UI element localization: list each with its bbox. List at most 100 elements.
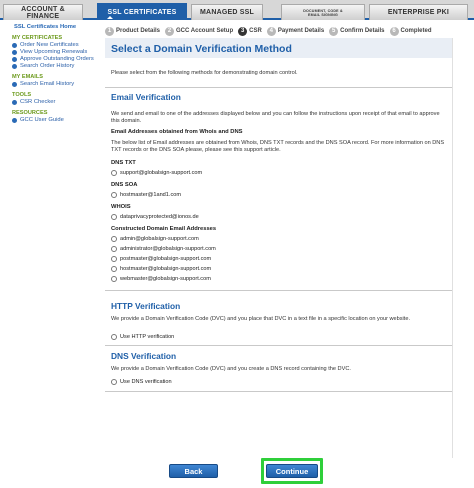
radio-button[interactable] xyxy=(111,236,117,242)
tab-ssl-certificates[interactable]: SSL CERTIFICATES xyxy=(97,3,187,20)
radio-label: postmaster@globalsign-support.com xyxy=(120,256,212,262)
tab-label: SSL CERTIFICATES xyxy=(107,8,177,16)
http-verification-desc: We provide a Domain Verification Code (D… xyxy=(111,316,411,322)
radio-label: webmaster@globalsign-support.com xyxy=(120,276,211,282)
step-label: Payment Details xyxy=(277,28,325,34)
tab-label: MANAGED SSL xyxy=(200,9,254,16)
active-tab-indicator xyxy=(107,16,113,19)
http-verification-title: HTTP Verification xyxy=(111,301,181,311)
radio-button[interactable] xyxy=(111,379,117,385)
step-product-details: 1 Product Details xyxy=(105,26,161,36)
dns-verification-title: DNS Verification xyxy=(111,351,177,361)
tab-account-finance[interactable]: ACCOUNT & FINANCE xyxy=(3,4,83,20)
step-label: Completed xyxy=(400,28,432,34)
bullet-icon xyxy=(12,117,17,123)
radio-button[interactable] xyxy=(111,276,117,282)
radio-dns-txt[interactable]: support@globalsign-support.com xyxy=(111,170,446,176)
step-completed: 6 Completed xyxy=(389,26,432,36)
step-label: GCC Account Setup xyxy=(176,28,234,34)
radio-label: dataprivacyprotected@ionos.de xyxy=(120,214,199,220)
whois-dns-heading: Email Addresses obtained from Whois and … xyxy=(111,129,243,135)
radio-label: Use HTTP verification xyxy=(120,334,175,340)
sidebar-heading-my-emails: MY EMAILS xyxy=(12,74,43,80)
radio-postmaster-email[interactable]: postmaster@globalsign-support.com xyxy=(111,256,446,262)
radio-label: support@globalsign-support.com xyxy=(120,170,203,176)
radio-dns-soa[interactable]: hostmaster@1and1.com xyxy=(111,192,446,198)
sidebar-item-label: GCC User Guide xyxy=(20,117,64,123)
step-label: CSR xyxy=(249,28,262,34)
sidebar-item-gcc-user-guide[interactable]: GCC User Guide xyxy=(12,117,100,123)
tab-label: ACCOUNT & FINANCE xyxy=(21,5,65,20)
step-number: 4 xyxy=(266,26,276,36)
step-number: 1 xyxy=(105,26,114,36)
sidebar-item-order-new-certificates[interactable]: Order New Certificates xyxy=(12,42,100,48)
tab-enterprise-pki[interactable]: ENTERPRISE PKI xyxy=(369,4,468,20)
radio-admin-email[interactable]: admin@globalsign-support.com xyxy=(111,236,446,242)
step-number: 2 xyxy=(165,26,175,36)
sidebar-item-view-upcoming-renewals[interactable]: View Upcoming Renewals xyxy=(12,49,100,55)
radio-dns-verification[interactable]: Use DNS verification xyxy=(111,379,446,385)
bullet-icon xyxy=(12,99,17,105)
step-label: Confirm Details xyxy=(340,28,385,34)
sidebar: SSL Certificates Home MY CERTIFICATES Or… xyxy=(0,22,100,488)
radio-http-verification[interactable]: Use HTTP verification xyxy=(111,334,446,340)
sidebar-item-label: Order New Certificates xyxy=(20,42,79,48)
sidebar-item-label: CSR Checker xyxy=(20,99,56,105)
tab-managed-ssl[interactable]: MANAGED SSL xyxy=(191,4,263,20)
sidebar-item-label: Search Email History xyxy=(20,81,75,87)
bullet-icon xyxy=(12,56,17,62)
sidebar-item-approve-outstanding-orders[interactable]: Approve Outstanding Orders xyxy=(12,56,100,62)
radio-label: Use DNS verification xyxy=(120,379,172,385)
radio-button[interactable] xyxy=(111,334,117,340)
sidebar-item-label: Search Order History xyxy=(20,63,75,69)
step-confirm-details: 5 Confirm Details xyxy=(329,26,385,36)
dns-soa-heading: DNS SOA xyxy=(111,182,138,188)
bullet-icon xyxy=(12,63,17,69)
main-panel: Select a Domain Verification Method Plea… xyxy=(105,38,452,454)
sidebar-heading-resources: RESOURCES xyxy=(12,110,48,116)
radio-webmaster-email[interactable]: webmaster@globalsign-support.com xyxy=(111,276,446,282)
bullet-icon xyxy=(12,42,17,48)
sidebar-item-search-order-history[interactable]: Search Order History xyxy=(12,63,100,69)
radio-label: hostmaster@1and1.com xyxy=(120,192,182,198)
sidebar-item-csr-checker[interactable]: CSR Checker xyxy=(12,99,100,105)
step-label: Product Details xyxy=(116,28,161,34)
whois-heading: WHOIS xyxy=(111,204,131,210)
sidebar-item-label: View Upcoming Renewals xyxy=(20,49,88,55)
radio-label: hostmaster@globalsign-support.com xyxy=(120,266,212,272)
divider xyxy=(105,391,452,392)
back-button[interactable]: Back xyxy=(169,464,218,478)
email-verification-desc: We send and email to one of the addresse… xyxy=(111,111,440,124)
step-number: 6 xyxy=(389,26,399,36)
radio-button[interactable] xyxy=(111,246,117,252)
tab-label: ENTERPRISE PKI xyxy=(387,9,450,16)
dns-txt-heading: DNS TXT xyxy=(111,160,136,166)
page-title: Select a Domain Verification Method xyxy=(105,38,452,58)
sidebar-heading-tools: TOOLS xyxy=(12,92,32,98)
radio-button[interactable] xyxy=(111,266,117,272)
dns-verification-desc: We provide a Domain Verification Code (D… xyxy=(111,366,351,372)
step-csr: 3 CSR xyxy=(238,26,262,36)
step-number: 5 xyxy=(329,26,339,36)
tab-document-code-email-signing[interactable]: DOCUMENT, CODE & EMAIL SIGNING xyxy=(281,4,365,20)
radio-whois[interactable]: dataprivacyprotected@ionos.de xyxy=(111,214,446,220)
radio-button[interactable] xyxy=(111,256,117,262)
step-gcc-account-setup: 2 GCC Account Setup xyxy=(165,26,234,36)
radio-hostmaster-email[interactable]: hostmaster@globalsign-support.com xyxy=(111,266,446,272)
sidebar-home-link[interactable]: SSL Certificates Home xyxy=(14,24,100,30)
content-divider xyxy=(452,38,453,458)
divider xyxy=(105,345,452,346)
radio-label: administrator@globalsign-support.com xyxy=(120,246,216,252)
sidebar-item-search-email-history[interactable]: Search Email History xyxy=(12,81,100,87)
email-verification-title: Email Verification xyxy=(111,92,181,102)
divider xyxy=(105,290,452,291)
continue-button[interactable]: Continue xyxy=(266,464,318,478)
divider xyxy=(105,87,452,88)
progress-steps: 1 Product Details 2 GCC Account Setup 3 CSR… xyxy=(105,25,465,37)
radio-button[interactable] xyxy=(111,192,117,198)
radio-button[interactable] xyxy=(111,214,117,220)
top-tab-bar: ACCOUNT & FINANCE SSL CERTIFICATES MANAG… xyxy=(0,0,474,20)
radio-button[interactable] xyxy=(111,170,117,176)
radio-administrator-email[interactable]: administrator@globalsign-support.com xyxy=(111,246,446,252)
sidebar-heading-my-certificates: MY CERTIFICATES xyxy=(12,35,63,41)
